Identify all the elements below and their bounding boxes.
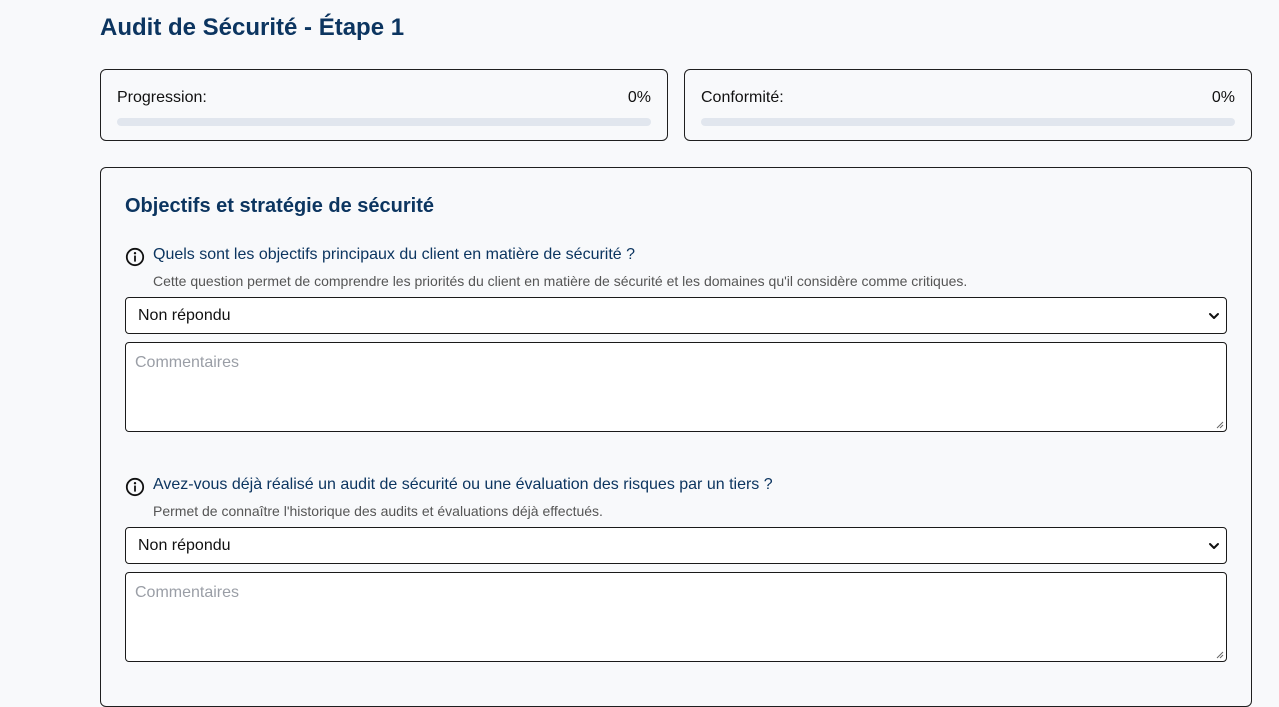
audit-page: Audit de Sécurité - Étape 1 Progression:… — [0, 0, 1279, 707]
resize-grip-icon[interactable] — [1216, 421, 1224, 429]
question-help: Permet de connaître l'historique des aud… — [153, 503, 603, 519]
conformite-bar — [701, 118, 1235, 126]
comment-placeholder: Commentaires — [135, 354, 240, 371]
answer-select[interactable]: Non répondu — [125, 527, 1227, 564]
conformite-value: 0% — [1211, 89, 1235, 106]
chevron-down-icon — [1209, 313, 1219, 319]
progression-bar — [117, 118, 651, 126]
info-icon[interactable] — [125, 247, 145, 267]
question-header: Quels sont les objectifs principaux du c… — [125, 246, 1227, 289]
info-icon[interactable] — [125, 477, 145, 497]
question-header: Avez-vous déjà réalisé un audit de sécur… — [125, 476, 1227, 519]
progression-row: Progression: 0% — [117, 89, 651, 107]
answer-select-value: Non répondu — [138, 307, 231, 324]
section-objectifs: Objectifs et stratégie de sécurité Quels… — [100, 167, 1252, 707]
progression-label: Progression: — [117, 89, 207, 106]
chevron-down-icon — [1209, 543, 1219, 549]
answer-select[interactable]: Non répondu — [125, 297, 1227, 334]
comment-textarea[interactable]: Commentaires — [125, 572, 1227, 662]
section-title: Objectifs et stratégie de sécurité — [125, 195, 435, 217]
question-text: Avez-vous déjà réalisé un audit de sécur… — [153, 476, 773, 493]
question-item: Quels sont les objectifs principaux du c… — [125, 246, 1227, 432]
comment-placeholder: Commentaires — [135, 584, 240, 601]
conformite-row: Conformité: 0% — [701, 89, 1235, 107]
page-title: Audit de Sécurité - Étape 1 — [100, 14, 405, 41]
progression-card: Progression: 0% — [100, 69, 668, 141]
answer-select-value: Non répondu — [138, 537, 231, 554]
question-text: Quels sont les objectifs principaux du c… — [153, 246, 636, 263]
progression-value: 0% — [627, 89, 651, 106]
question-help: Cette question permet de comprendre les … — [153, 273, 968, 289]
conformite-card: Conformité: 0% — [684, 69, 1252, 141]
resize-grip-icon[interactable] — [1216, 651, 1224, 659]
comment-textarea[interactable]: Commentaires — [125, 342, 1227, 432]
conformite-label: Conformité: — [701, 89, 784, 106]
question-item: Avez-vous déjà réalisé un audit de sécur… — [125, 476, 1227, 662]
